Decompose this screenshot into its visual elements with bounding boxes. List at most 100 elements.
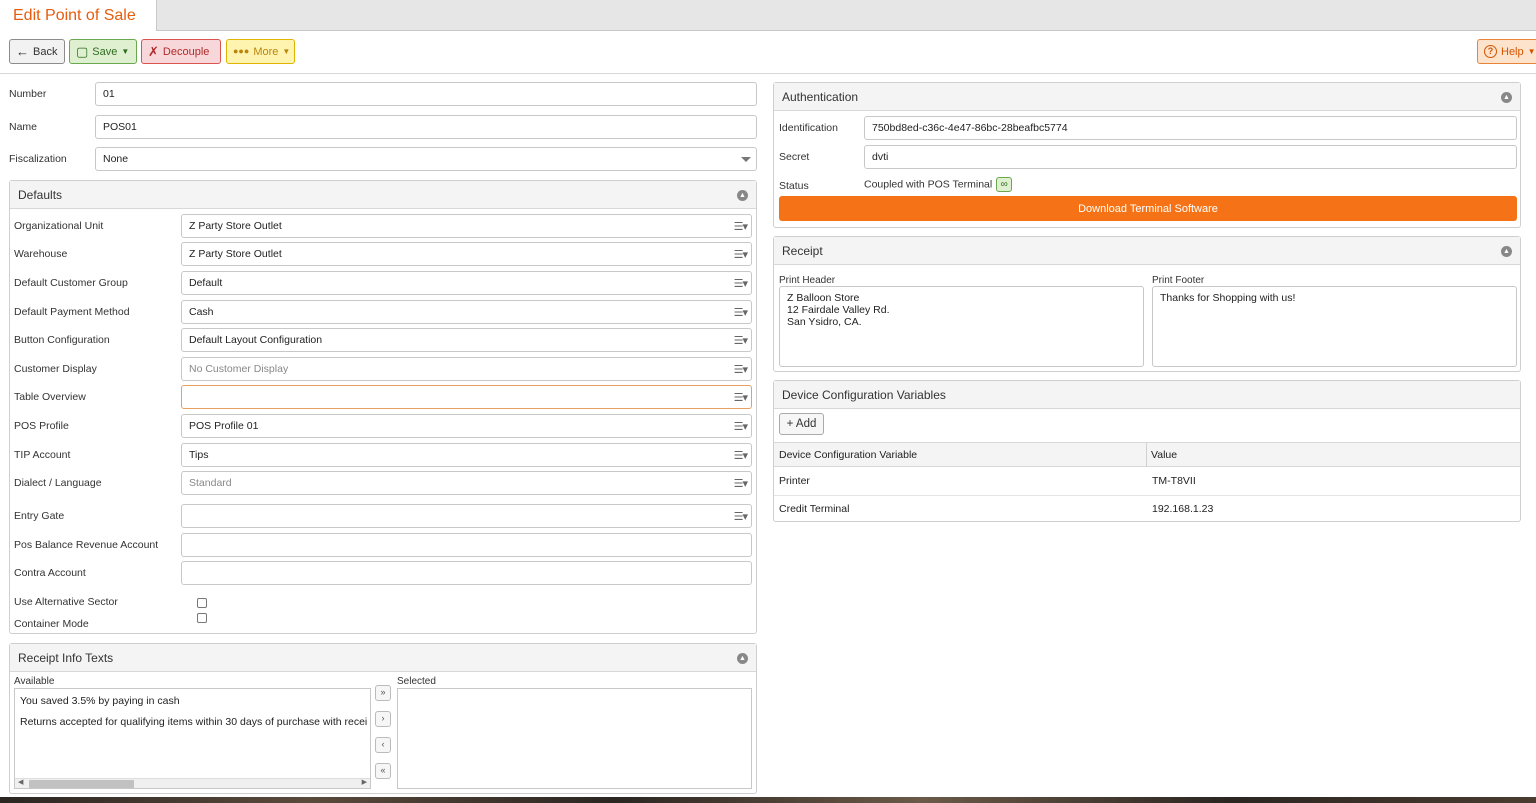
receipt-title: Receipt — [782, 244, 823, 258]
column-header-variable[interactable]: Device Configuration Variable — [779, 449, 917, 461]
device-config-header: Device Configuration Variables — [774, 381, 1520, 409]
defaults-row-select[interactable]: Tips ☰▾ — [181, 443, 752, 467]
chevron-down-icon: ▼ — [282, 47, 291, 56]
save-button[interactable]: ▢ Save ▼ — [69, 39, 137, 64]
move-right-button[interactable]: › — [375, 711, 391, 727]
defaults-row-select[interactable]: Default ☰▾ — [181, 271, 752, 295]
list-icon[interactable]: ☰▾ — [734, 334, 748, 347]
status-text: Coupled with POS Terminal ∞ — [864, 177, 1013, 192]
floppy-icon: ▢ — [76, 44, 89, 59]
move-all-right-button[interactable]: » — [375, 685, 391, 701]
defaults-row-label: Organizational Unit — [14, 220, 104, 232]
defaults-row-select[interactable]: Default Layout Configuration ☰▾ — [181, 328, 752, 352]
tab-title: Edit Point of Sale — [13, 7, 136, 24]
defaults-row-label: Entry Gate — [14, 510, 65, 522]
defaults-row-select[interactable]: ☰▾ — [181, 504, 752, 528]
toolbar: ← Back ▢ Save ▼ ✗ Decouple ●●● More ▼ ? … — [0, 31, 1536, 74]
print-footer-textarea[interactable]: Thanks for Shopping with us! — [1152, 286, 1517, 367]
download-button-label: Download Terminal Software — [1078, 202, 1218, 215]
use-alt-sector-checkbox[interactable] — [197, 598, 207, 608]
fiscalization-value: None — [103, 153, 129, 165]
help-button[interactable]: ? Help ▼ — [1477, 39, 1536, 64]
contra-account-label: Contra Account — [14, 567, 86, 579]
desktop-background-strip — [0, 797, 1536, 803]
list-icon[interactable]: ☰▾ — [734, 363, 748, 376]
collapse-icon[interactable]: ▲ — [1501, 246, 1512, 257]
add-button-label: + Add — [786, 418, 817, 430]
value-cell: TM-T8VII — [1152, 475, 1196, 487]
collapse-icon[interactable]: ▲ — [737, 653, 748, 664]
use-alt-sector-label: Use Alternative Sector — [14, 596, 118, 608]
arrow-left-icon: ← — [16, 44, 29, 59]
defaults-row-value: Z Party Store Outlet — [189, 220, 282, 232]
scroll-left-icon[interactable]: ◀ — [18, 778, 23, 786]
decouple-button[interactable]: ✗ Decouple — [141, 39, 221, 64]
name-field[interactable]: POS01 — [95, 115, 757, 139]
contra-account-input[interactable] — [181, 561, 752, 585]
defaults-row-select[interactable]: ☰▾ — [181, 385, 752, 409]
collapse-icon[interactable]: ▲ — [1501, 92, 1512, 103]
defaults-row-select[interactable]: No Customer Display ☰▾ — [181, 357, 752, 381]
authentication-header[interactable]: Authentication ▲ — [774, 83, 1520, 111]
list-icon[interactable]: ☰▾ — [734, 420, 748, 433]
collapse-icon[interactable]: ▲ — [737, 190, 748, 201]
download-terminal-software-button[interactable]: Download Terminal Software — [779, 196, 1517, 221]
number-field[interactable]: 01 — [95, 82, 757, 106]
list-icon[interactable]: ☰▾ — [734, 306, 748, 319]
column-header-value[interactable]: Value — [1151, 449, 1177, 461]
defaults-row-label: Table Overview — [14, 391, 86, 403]
list-icon[interactable]: ☰▾ — [734, 449, 748, 462]
defaults-row-value: Default — [189, 277, 223, 289]
back-button-label: Back — [33, 45, 58, 58]
defaults-row-label: Dialect / Language — [14, 477, 102, 489]
list-icon[interactable]: ☰▾ — [734, 220, 748, 233]
tab-edit-point-of-sale[interactable]: Edit Point of Sale — [0, 0, 157, 31]
list-icon[interactable]: ☰▾ — [734, 391, 748, 404]
list-item[interactable]: You saved 3.5% by paying in cash — [20, 695, 180, 707]
table-row[interactable]: Credit Terminal 192.168.1.23 — [774, 496, 1520, 524]
receipt-info-header[interactable]: Receipt Info Texts ▲ — [10, 644, 756, 672]
number-value: 01 — [103, 88, 115, 100]
available-list[interactable]: You saved 3.5% by paying in cash Returns… — [14, 688, 371, 789]
defaults-row-select[interactable]: Standard ☰▾ — [181, 471, 752, 495]
link-icon[interactable]: ∞ — [996, 177, 1013, 192]
identification-field[interactable]: 750bd8ed-c36c-4e47-86bc-28beafbc5774 — [864, 116, 1517, 140]
add-variable-button[interactable]: + Add — [779, 413, 824, 435]
horizontal-scrollbar[interactable]: ◀ ▶ — [15, 778, 370, 788]
scrollbar-thumb[interactable] — [29, 780, 134, 788]
back-button[interactable]: ← Back — [9, 39, 65, 64]
decouple-button-label: Decouple — [162, 45, 210, 58]
defaults-row-label: TIP Account — [14, 449, 71, 461]
print-header-textarea[interactable]: Z Balloon Store 12 Fairdale Valley Rd. S… — [779, 286, 1144, 367]
more-button[interactable]: ●●● More ▼ — [226, 39, 295, 64]
container-mode-checkbox[interactable] — [197, 613, 207, 623]
list-icon[interactable]: ☰▾ — [734, 277, 748, 290]
defaults-row-value: Z Party Store Outlet — [189, 248, 282, 260]
defaults-row-select[interactable]: Z Party Store Outlet ☰▾ — [181, 214, 752, 238]
scroll-right-icon[interactable]: ▶ — [362, 778, 367, 786]
header-line: San Ysidro, CA. — [787, 316, 862, 328]
pos-balance-input[interactable] — [181, 533, 752, 557]
secret-field[interactable]: dvti — [864, 145, 1517, 169]
defaults-row-label: Default Customer Group — [14, 277, 128, 289]
chevron-down-icon: ▼ — [121, 47, 130, 56]
column-divider — [1146, 443, 1147, 467]
table-row[interactable]: Printer TM-T8VII — [774, 468, 1520, 496]
defaults-row-value: Default Layout Configuration — [189, 334, 323, 346]
list-icon[interactable]: ☰▾ — [734, 510, 748, 523]
list-icon[interactable]: ☰▾ — [734, 477, 748, 490]
list-icon[interactable]: ☰▾ — [734, 248, 748, 261]
defaults-row-select[interactable]: Cash ☰▾ — [181, 300, 752, 324]
selected-list[interactable] — [397, 688, 752, 789]
move-all-left-button[interactable]: « — [375, 763, 391, 779]
list-item[interactable]: Returns accepted for qualifying items wi… — [20, 716, 367, 728]
defaults-row-value: POS Profile 01 — [189, 420, 259, 432]
defaults-row-label: Customer Display — [14, 363, 97, 375]
receipt-header[interactable]: Receipt ▲ — [774, 237, 1520, 265]
secret-value: dvti — [872, 151, 889, 163]
defaults-panel-header[interactable]: Defaults ▲ — [10, 181, 756, 209]
defaults-row-select[interactable]: Z Party Store Outlet ☰▾ — [181, 242, 752, 266]
defaults-row-select[interactable]: POS Profile 01 ☰▾ — [181, 414, 752, 438]
fiscalization-select[interactable]: None — [95, 147, 757, 171]
move-left-button[interactable]: ‹ — [375, 737, 391, 753]
